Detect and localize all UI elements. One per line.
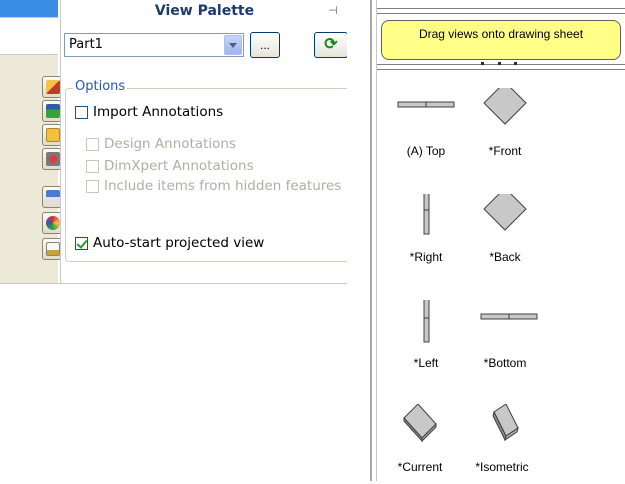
view-current[interactable]: *Current — [380, 404, 460, 484]
auto-start-checkbox[interactable] — [75, 236, 88, 250]
grip-dot — [514, 62, 517, 65]
view-right[interactable]: *Right — [386, 194, 466, 274]
view-back[interactable]: *Back — [465, 194, 545, 274]
folder-icon — [46, 128, 60, 142]
grip-dot — [481, 62, 484, 65]
view-bottom[interactable]: *Bottom — [465, 300, 545, 380]
view-label: *Bottom — [483, 356, 527, 370]
options-legend: Options — [73, 79, 128, 94]
import-annotations-option[interactable]: Import Annotations — [75, 103, 223, 121]
view-left[interactable]: *Left — [386, 300, 466, 380]
bottom-view-icon — [480, 313, 538, 320]
task-pane-tab-strip — [0, 0, 64, 283]
front-view-icon — [483, 88, 527, 125]
view-palette-panel: View Palette ⊣ Part1 ... ⟳ Options Impor… — [0, 0, 347, 284]
design-annotations-checkbox — [86, 137, 99, 151]
part-select[interactable]: Part1 — [64, 33, 244, 57]
view-label: *Right — [409, 250, 443, 264]
task-pane-header — [0, 0, 58, 18]
task-pane-blank — [0, 18, 58, 55]
custom-properties-icon — [46, 242, 60, 256]
dimxpert-annotations-checkbox — [86, 159, 99, 173]
view-front[interactable]: *Front — [465, 88, 545, 168]
view-top[interactable]: (A) Top — [386, 88, 466, 168]
grip-dot — [498, 62, 501, 65]
import-annotations-label: Import Annotations — [93, 104, 224, 120]
auto-start-option[interactable]: Auto-start projected view — [75, 234, 264, 252]
import-annotations-checkbox[interactable] — [75, 105, 88, 119]
design-annotations-label: Design Annotations — [104, 136, 236, 152]
top-view-icon — [397, 101, 455, 108]
home-icon — [46, 80, 60, 94]
design-annotations-option: Design Annotations — [86, 135, 236, 153]
splitter-bar[interactable] — [377, 64, 625, 70]
dimxpert-annotations-label: DimXpert Annotations — [104, 158, 254, 174]
refresh-button[interactable]: ⟳ — [314, 32, 347, 58]
view-label: *Back — [489, 250, 521, 264]
hint-banner: Drag views onto drawing sheet — [381, 20, 621, 60]
browse-button[interactable]: ... — [250, 32, 280, 58]
pin-icon[interactable]: ⊣ — [326, 5, 340, 17]
view-label: *Current — [397, 460, 443, 474]
back-view-icon — [483, 194, 527, 231]
panel-divider — [370, 0, 372, 481]
current-view-icon — [403, 404, 437, 443]
view-label: *Left — [413, 356, 439, 370]
hidden-features-checkbox — [86, 179, 99, 193]
isometric-view-icon — [492, 404, 519, 442]
part-select-value: Part1 — [69, 37, 103, 52]
view-label: *Front — [488, 144, 522, 158]
dimxpert-annotations-option: DimXpert Annotations — [86, 157, 254, 175]
top-separator — [377, 8, 625, 14]
auto-start-label: Auto-start projected view — [93, 235, 265, 251]
panel-title: View Palette — [154, 3, 255, 19]
chevron-down-icon[interactable] — [224, 35, 242, 55]
view-label: (A) Top — [406, 144, 446, 158]
view-palette-icon — [46, 190, 60, 204]
view-palette-content: View Palette ⊣ Part1 ... ⟳ Options Impor… — [60, 0, 347, 283]
hidden-features-label: Include items from hidden features — [104, 178, 342, 194]
hidden-features-option: Include items from hidden features — [86, 177, 341, 195]
search-icon — [46, 152, 60, 166]
view-isometric[interactable]: *Isometric — [462, 404, 542, 484]
appearances-icon — [46, 216, 60, 230]
design-library-icon — [46, 104, 60, 118]
panel-divider-inner — [376, 0, 377, 481]
left-view-icon — [423, 300, 430, 343]
view-label: *Isometric — [475, 460, 529, 474]
right-view-icon — [423, 194, 430, 235]
